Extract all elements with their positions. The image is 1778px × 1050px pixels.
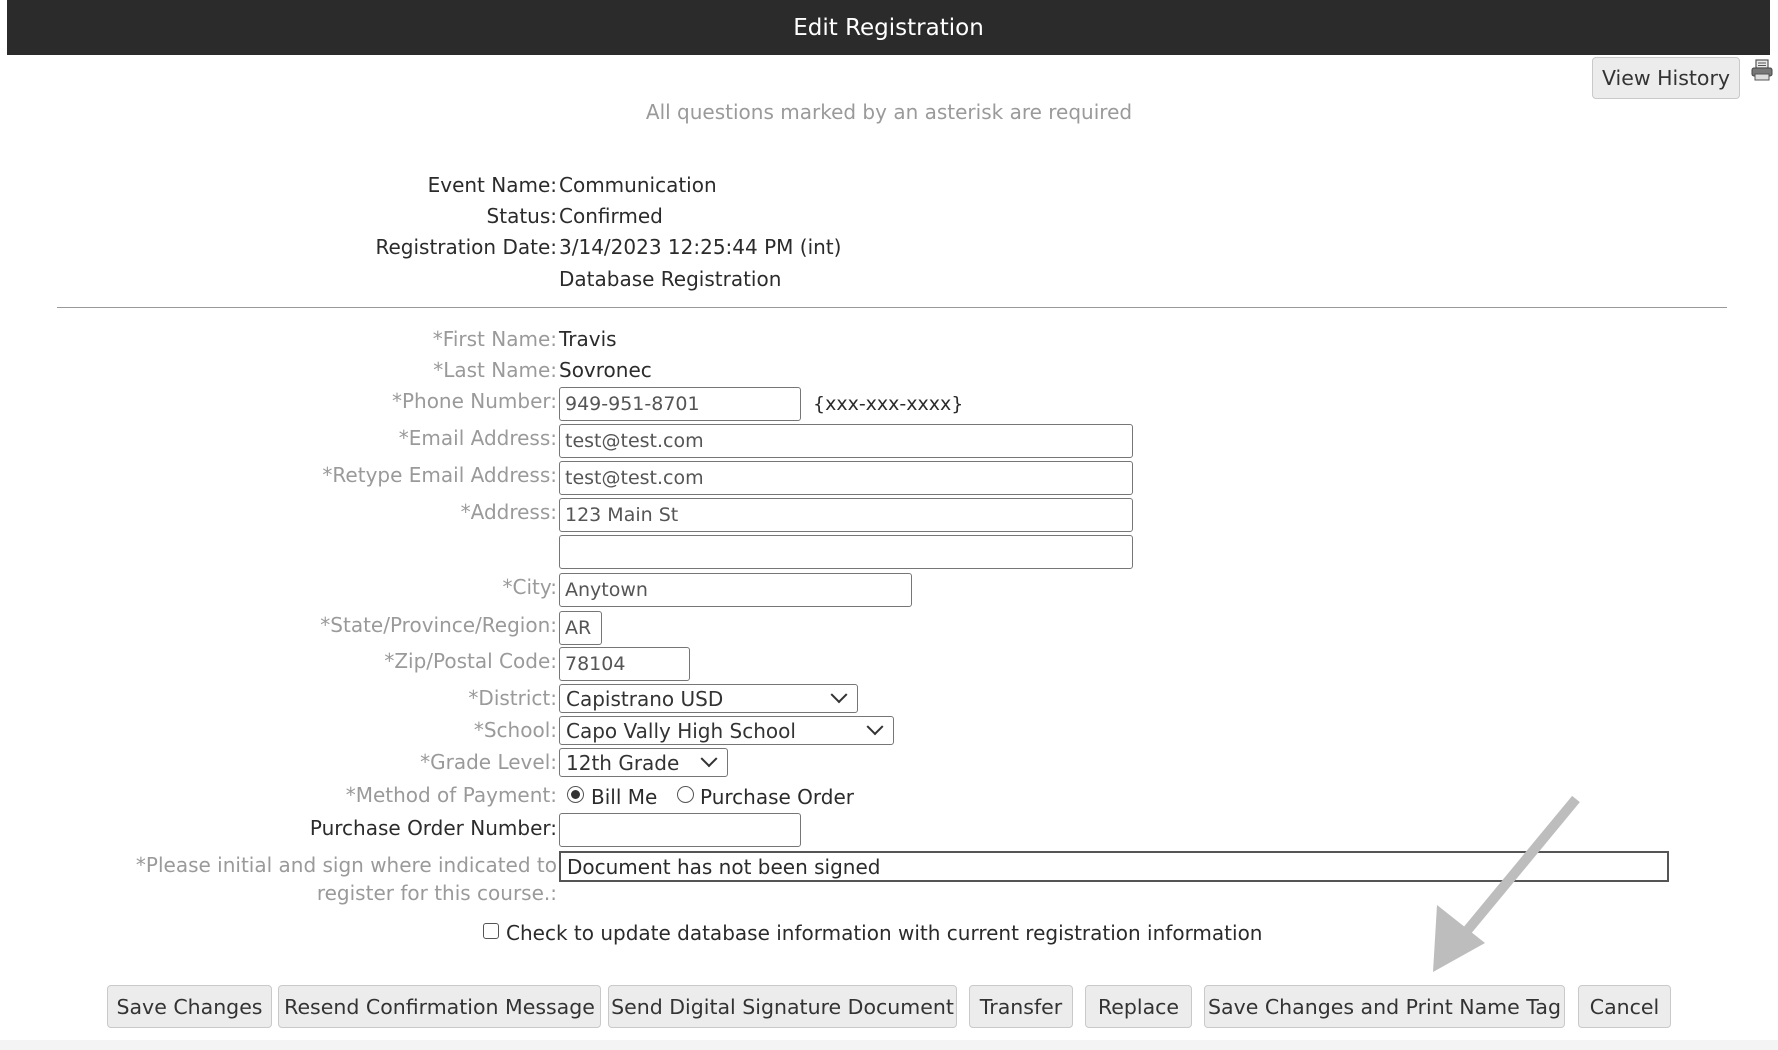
district-select[interactable]: Capistrano USD <box>559 684 858 713</box>
printer-icon[interactable] <box>1750 58 1774 82</box>
first-name-label: *First Name: <box>432 327 557 351</box>
grade-level-selected-value: 12th Grade <box>566 750 680 775</box>
event-name-value: Communication <box>559 173 717 197</box>
retype-email-label: *Retype Email Address: <box>322 463 557 487</box>
registration-date-value: 3/14/2023 12:25:44 PM (int) <box>559 235 842 259</box>
registration-source: Database Registration <box>559 267 782 291</box>
required-note: All questions marked by an asterisk are … <box>645 100 1133 124</box>
school-selected-value: Capo Vally High School <box>566 718 796 743</box>
email-label: *Email Address: <box>398 426 557 450</box>
zip-label: *Zip/Postal Code: <box>384 649 557 673</box>
page-header: Edit Registration <box>7 0 1770 55</box>
replace-button[interactable]: Replace <box>1085 985 1192 1028</box>
send-digital-signature-button[interactable]: Send Digital Signature Document <box>608 985 957 1028</box>
page-title: Edit Registration <box>793 14 984 41</box>
purchase-order-label: Purchase Order <box>700 785 855 809</box>
last-name-value: Sovronec <box>559 358 652 382</box>
status-label: Status: <box>486 204 557 228</box>
update-database-label: Check to update database information wit… <box>506 921 1263 945</box>
chevron-down-icon <box>866 717 884 735</box>
page-footer-band <box>0 1040 1778 1050</box>
last-name-label: *Last Name: <box>433 358 557 382</box>
chevron-down-icon <box>830 685 848 703</box>
grade-level-label: *Grade Level: <box>420 750 557 774</box>
registration-date-label: Registration Date: <box>375 235 557 259</box>
transfer-button[interactable]: Transfer <box>969 985 1073 1028</box>
address-label: *Address: <box>460 500 557 524</box>
status-value: Confirmed <box>559 204 663 228</box>
save-changes-button[interactable]: Save Changes <box>107 985 272 1028</box>
address-line1-input[interactable]: 123 Main St <box>559 498 1133 532</box>
city-label: *City: <box>502 575 557 599</box>
grade-level-select[interactable]: 12th Grade <box>559 748 728 777</box>
school-select[interactable]: Capo Vally High School <box>559 716 894 745</box>
po-number-label: Purchase Order Number: <box>309 816 557 840</box>
save-and-print-name-tag-button[interactable]: Save Changes and Print Name Tag <box>1204 985 1565 1028</box>
event-name-label: Event Name: <box>427 173 557 197</box>
signature-label-line1: *Please initial and sign where indicated… <box>135 853 557 877</box>
payment-method-label: *Method of Payment: <box>345 783 557 807</box>
retype-email-input[interactable]: test@test.com <box>559 461 1133 495</box>
phone-format-hint: {xxx-xxx-xxxx} <box>813 393 964 415</box>
phone-label: *Phone Number: <box>391 389 557 413</box>
district-label: *District: <box>468 686 557 710</box>
state-input[interactable]: AR <box>559 611 602 645</box>
signature-status-box: Document has not been signed <box>559 851 1669 882</box>
district-selected-value: Capistrano USD <box>566 686 724 711</box>
city-input[interactable]: Anytown <box>559 573 912 607</box>
state-label: *State/Province/Region: <box>320 613 557 637</box>
update-database-checkbox[interactable] <box>483 923 499 939</box>
chevron-down-icon <box>700 749 718 767</box>
section-divider <box>57 307 1727 308</box>
bill-me-label: Bill Me <box>591 785 658 809</box>
address-line2-input[interactable] <box>559 535 1133 569</box>
purchase-order-radio[interactable] <box>677 786 694 803</box>
email-input[interactable]: test@test.com <box>559 424 1133 458</box>
po-number-input[interactable] <box>559 813 801 847</box>
school-label: *School: <box>473 718 557 742</box>
signature-label-line2: register for this course.: <box>316 881 557 905</box>
zip-input[interactable]: 78104 <box>559 647 690 681</box>
resend-confirmation-button[interactable]: Resend Confirmation Message <box>278 985 601 1028</box>
first-name-value: Travis <box>559 327 617 351</box>
cancel-button[interactable]: Cancel <box>1578 985 1671 1028</box>
phone-input[interactable]: 949-951-8701 <box>559 387 801 421</box>
bill-me-radio[interactable] <box>567 786 584 803</box>
view-history-button[interactable]: View History <box>1592 57 1740 99</box>
